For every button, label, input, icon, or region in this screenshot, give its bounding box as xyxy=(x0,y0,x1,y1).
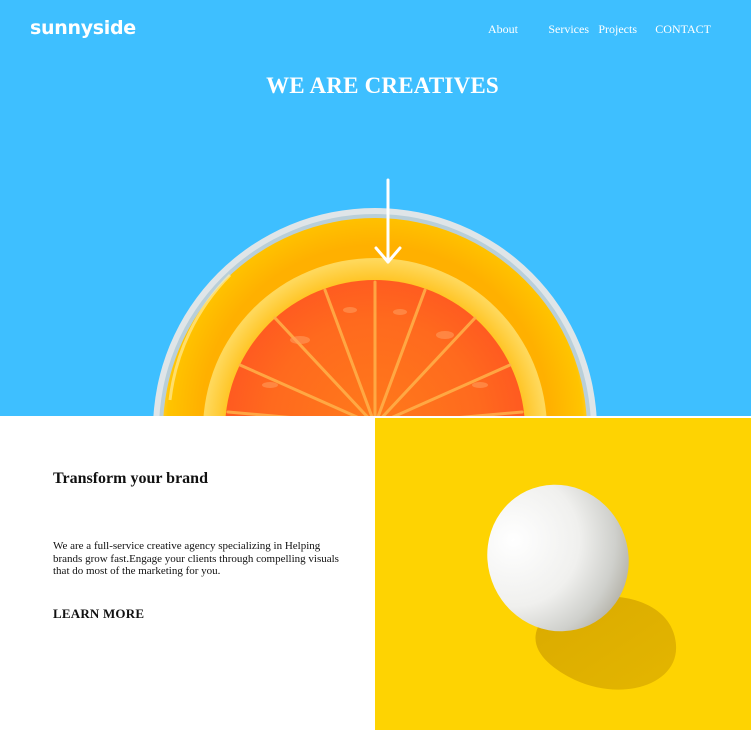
logo[interactable]: sunnyside xyxy=(30,17,136,39)
transform-body: We are a full-service creative agency sp… xyxy=(53,540,339,577)
hero-section: sunnyside About Services Projects CONTAC… xyxy=(0,0,751,416)
learn-more-link[interactable]: LEARN MORE xyxy=(53,606,144,622)
nav-link-services[interactable]: Services xyxy=(548,22,589,37)
nav-link-projects[interactable]: Projects xyxy=(598,22,637,37)
egg-image-panel xyxy=(375,418,751,730)
transform-heading: Transform your brand xyxy=(53,470,208,487)
transform-section: Transform your brand We are a full-servi… xyxy=(0,416,375,730)
egg-image xyxy=(487,484,677,690)
hero-title: WE ARE CREATIVES xyxy=(266,73,499,98)
nav-link-about[interactable]: About xyxy=(488,22,518,37)
arrow-down-icon xyxy=(374,178,402,264)
nav-link-contact[interactable]: CONTACT xyxy=(655,22,711,37)
